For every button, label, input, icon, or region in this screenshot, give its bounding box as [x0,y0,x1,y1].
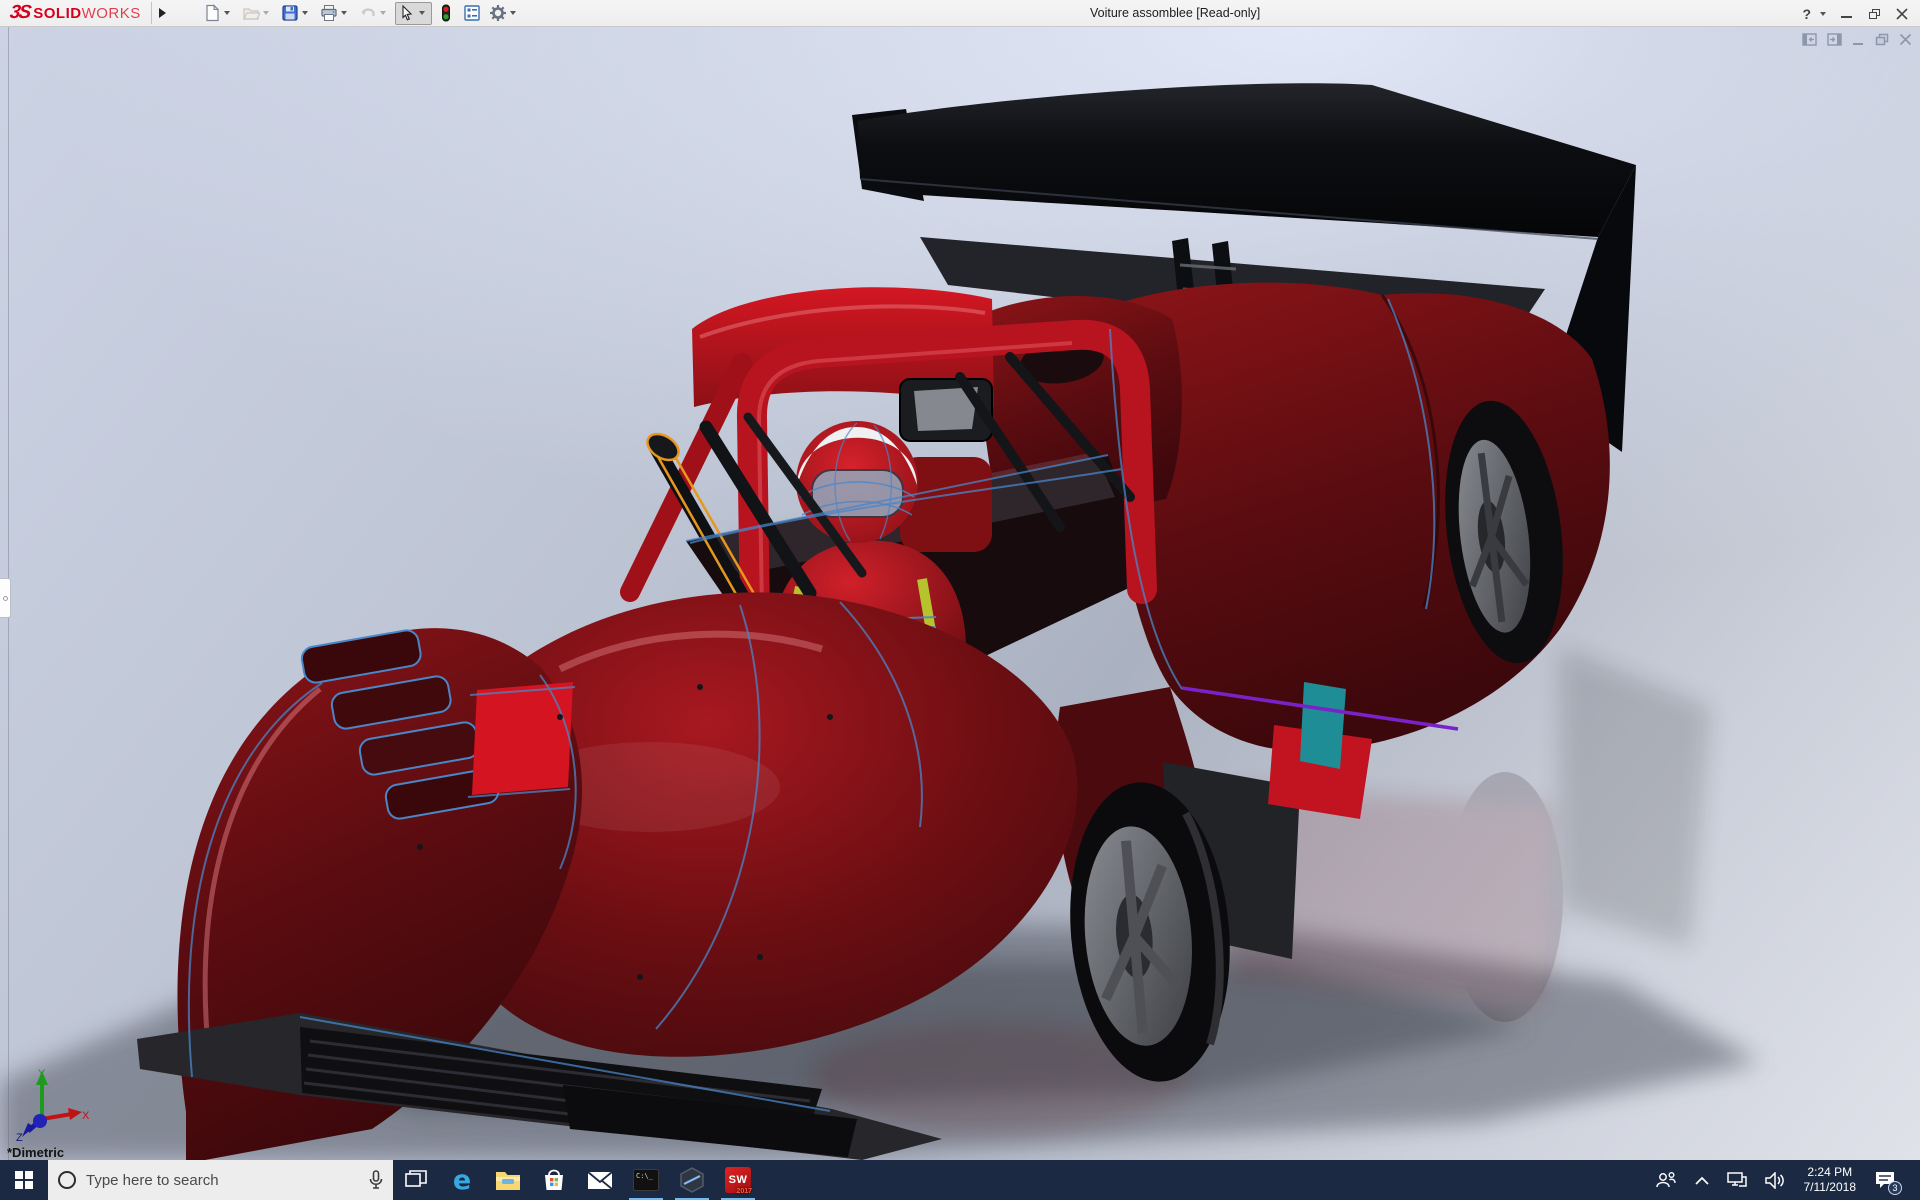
task-view-button[interactable] [393,1160,439,1200]
edge-icon: e [452,1164,472,1196]
dropdown-caret[interactable] [262,11,269,15]
dropdown-caret[interactable] [509,11,516,15]
tray-overflow-button[interactable] [1688,1160,1716,1200]
taskbar-search[interactable] [48,1160,393,1200]
separator [150,2,152,24]
accent-patch [472,682,573,795]
open-button[interactable] [239,2,276,25]
restore-button[interactable] [1862,4,1886,24]
speaker-icon [1764,1171,1784,1189]
dropdown-caret[interactable] [223,11,230,15]
window-title: Voiture assomblee [Read-only] [1090,6,1261,20]
dropdown-caret[interactable] [379,11,386,15]
taskbar-app-solidworks[interactable]: SW 2017 [715,1160,761,1200]
action-center-button[interactable]: 3 [1868,1160,1908,1200]
clock-time: 2:24 PM [1807,1165,1853,1179]
title-bar: 3S SOLIDWORKS Voiture assomblee [Read-on… [0,0,1920,27]
close-button[interactable] [1890,4,1914,24]
solidworks-window: 3S SOLIDWORKS Voiture assomblee [Read-on… [0,0,1920,1200]
dropdown-caret[interactable] [340,11,347,15]
start-button[interactable] [0,1160,48,1200]
solidworks-logo: 3S SOLIDWORKS [0,0,149,27]
brand-works: WORKS [81,4,141,22]
undo-arrow-icon [361,8,375,16]
stoplight-icon [441,4,450,22]
command-prompt-icon: C:\_ [633,1169,659,1191]
network-icon [1726,1171,1747,1187]
taskbar-app-file-explorer[interactable] [485,1160,531,1200]
people-button[interactable] [1648,1160,1684,1200]
save-floppy-icon [282,5,298,21]
dassault-logo-icon: 3S [8,2,31,23]
print-button[interactable] [317,2,354,25]
taskbar-app-3d-viewer[interactable] [669,1160,715,1200]
taskbar-app-store[interactable] [531,1160,577,1200]
3d-viewer-icon [680,1167,704,1193]
people-icon [1655,1172,1676,1188]
flyout-arrow-icon [159,8,167,18]
minimize-button[interactable] [1834,4,1858,24]
search-input[interactable] [86,1171,359,1189]
brand-solid: SOLID [33,4,82,22]
taskbar-app-mail[interactable] [577,1160,623,1200]
taskbar-app-edge[interactable]: e [439,1160,485,1200]
stoplight-button[interactable] [434,2,458,25]
menu-flyout-button[interactable] [154,2,172,24]
axis-y-label: Y [38,1068,46,1080]
cortana-icon [58,1171,76,1189]
dropdown-caret[interactable] [418,11,425,15]
minimize-icon [1840,16,1852,18]
car-model-render [0,83,1760,1160]
orientation-triad: Y X Z [16,1068,90,1142]
dropdown-caret[interactable] [301,11,308,15]
settings-button[interactable] [486,2,523,25]
microphone-icon[interactable] [369,1170,383,1190]
open-folder-icon [242,8,260,20]
clock-date: 7/11/2018 [1803,1180,1857,1194]
select-cursor-icon [402,4,412,21]
volume-button[interactable] [1758,1160,1792,1200]
select-tool-button[interactable] [394,1,432,25]
solidworks-2017-icon: SW 2017 [725,1167,752,1195]
quick-access-toolbar [200,1,523,25]
options-list-icon [464,5,480,21]
axis-x-label: X [82,1110,90,1122]
windows-taskbar: e C:\_ [0,1160,1920,1200]
notification-badge: 3 [1888,1181,1902,1195]
save-button[interactable] [278,2,315,25]
view-orientation-label: *Dimetric [7,1145,65,1160]
restore-icon [1868,8,1880,19]
chevron-up-icon [1694,1176,1709,1185]
window-controls: ? [1800,0,1914,27]
gear-icon [489,5,506,21]
display-options-button[interactable] [460,2,484,25]
help-button[interactable]: ? [1800,6,1813,22]
close-icon [1896,7,1908,20]
help-dropdown-caret[interactable] [1820,11,1826,16]
windows-logo-icon [15,1171,33,1189]
system-tray: 2:24 PM 7/11/2018 3 [1648,1160,1920,1200]
store-icon [545,1169,563,1190]
task-view-icon [405,1170,427,1187]
taskbar-app-command-prompt[interactable]: C:\_ [623,1160,669,1200]
network-button[interactable] [1720,1160,1754,1200]
new-document-icon [206,4,219,22]
taskbar-clock[interactable]: 2:24 PM 7/11/2018 [1796,1165,1865,1195]
mail-icon [587,1170,613,1190]
file-explorer-icon [496,1172,520,1190]
3d-viewport[interactable]: Y X Z *Dimetric [0,27,1920,1160]
printer-icon [321,5,337,21]
new-document-button[interactable] [200,2,237,25]
undo-button[interactable] [356,2,393,25]
axis-z-label: Z [16,1132,23,1142]
